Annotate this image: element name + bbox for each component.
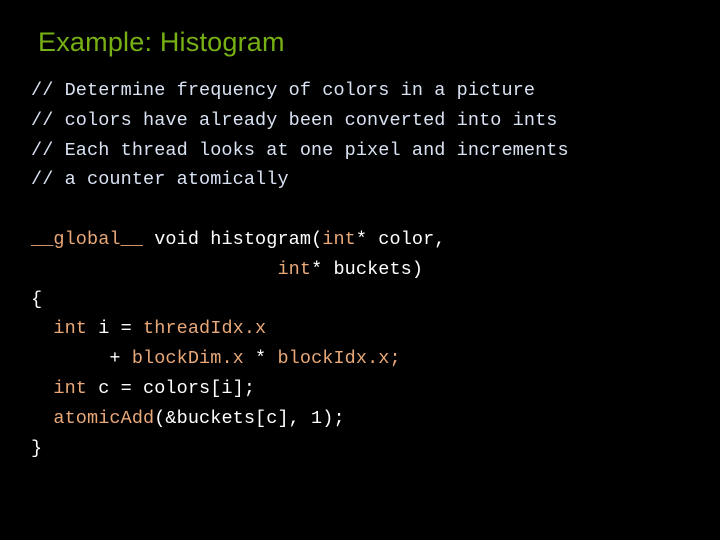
code-token-comment: // Determine frequency of colors in a pi…: [31, 80, 536, 101]
code-token-kw: int: [277, 258, 312, 280]
code-line: }: [31, 434, 701, 464]
code-token-plain: +: [31, 348, 132, 370]
code-token-plain: * buckets): [311, 258, 424, 280]
code-listing: // Determine frequency of colors in a pi…: [31, 76, 701, 463]
code-token-plain: }: [31, 437, 43, 459]
code-token-plain: {: [31, 288, 43, 310]
code-token-comment: // Each thread looks at one pixel and in…: [31, 139, 569, 161]
code-line: int c = colors[i];: [31, 374, 701, 404]
code-token-ident: atomicAdd: [53, 407, 155, 429]
code-token-plain: * color,: [355, 228, 446, 250]
code-line: // a counter atomically: [31, 165, 701, 195]
code-token-plain: (&buckets[c], 1);: [154, 407, 345, 429]
code-token-comment: // colors have already been converted in…: [31, 109, 558, 131]
code-token-kw: int: [322, 228, 356, 250]
code-line: int i = threadIdx.x: [31, 314, 701, 344]
code-token-kw: int: [53, 318, 88, 340]
code-token-ident: blockIdx.x;: [277, 348, 401, 370]
code-token-ident: threadIdx.x: [143, 318, 267, 340]
code-line: int* buckets): [31, 255, 701, 285]
code-token-kw: int: [53, 377, 88, 399]
code-token-ident: blockDim.x: [131, 348, 244, 370]
slide-canvas: Example: Histogram // Determine frequenc…: [0, 0, 720, 540]
code-line: __global__ void histogram(int* color,: [31, 225, 701, 255]
code-token-plain: *: [243, 348, 278, 370]
code-token-comment: // a counter atomically: [31, 169, 289, 191]
code-token-plain: c = colors[i];: [87, 377, 256, 399]
code-line: {: [31, 285, 701, 315]
code-line: // Determine frequency of colors in a pi…: [31, 76, 701, 106]
page-title: Example: Histogram: [38, 27, 285, 57]
code-line: // colors have already been converted in…: [31, 106, 701, 136]
code-token-kw: __global__: [31, 228, 144, 250]
code-line: atomicAdd(&buckets[c], 1);: [31, 404, 701, 434]
code-token-plain: histogram(: [210, 228, 323, 250]
code-line: + blockDim.x * blockIdx.x;: [31, 344, 701, 374]
code-token-plain: void: [143, 228, 211, 250]
code-line: // Each thread looks at one pixel and in…: [31, 136, 701, 166]
code-token-plain: i =: [87, 318, 144, 340]
